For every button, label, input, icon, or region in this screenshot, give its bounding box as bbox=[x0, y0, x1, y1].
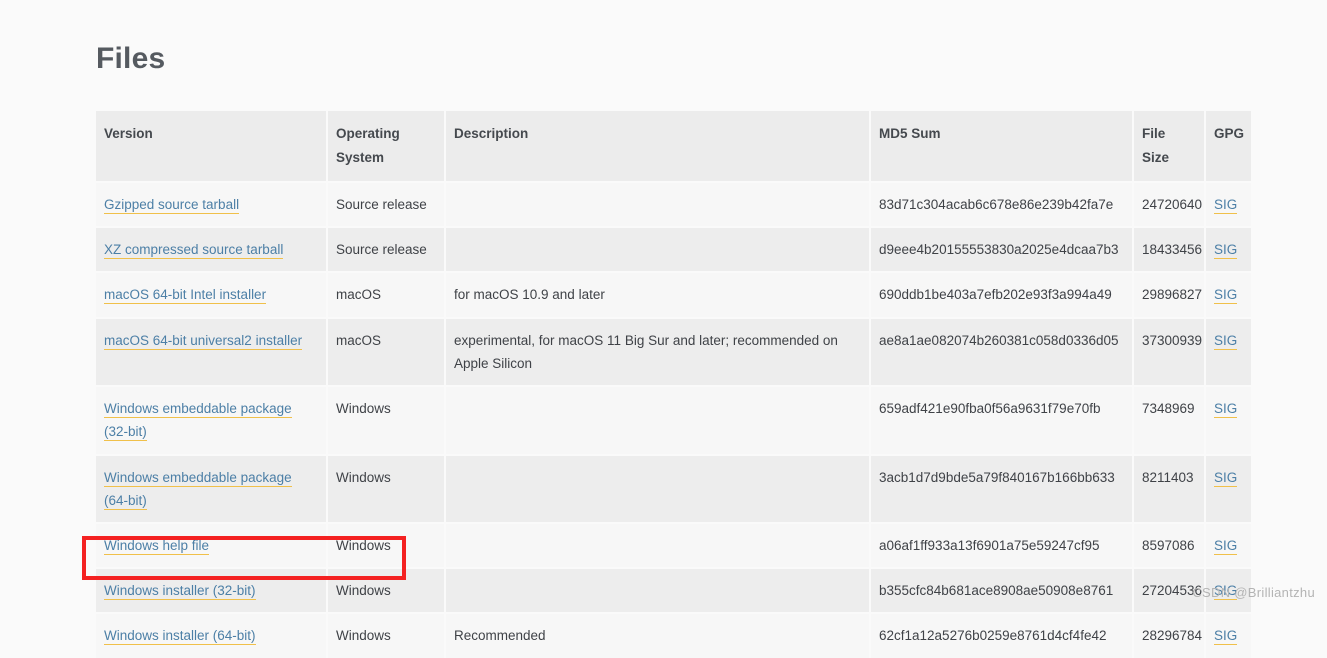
table-body: Gzipped source tarball Source release 83d7… bbox=[96, 180, 1251, 658]
cell-gpg: SIG bbox=[1205, 271, 1251, 318]
cell-gpg: SIG bbox=[1205, 316, 1251, 387]
cell-description: Recommended bbox=[445, 612, 871, 658]
table-row: XZ compressed source tarball Source relea… bbox=[96, 226, 1251, 273]
cell-md5-sum: b355cfc84b681ace8908ae50908e8761 bbox=[870, 567, 1134, 614]
cell-version: Windows installer (64-bit) bbox=[96, 612, 328, 658]
table-header: Version Operating System Description MD5… bbox=[96, 111, 1251, 182]
cell-file-size: 37300939 bbox=[1133, 316, 1206, 387]
cell-operating-system: Windows bbox=[327, 521, 446, 569]
cell-gpg: SIG bbox=[1205, 180, 1251, 228]
table-row: Windows installer (64-bit) Windows Recomme… bbox=[96, 612, 1251, 658]
version-download-link[interactable]: Windows embeddable package (64-bit) bbox=[104, 469, 292, 510]
cell-md5-sum: 690ddb1be403a7efb202e93f3a994a49 bbox=[870, 271, 1134, 318]
cell-description bbox=[445, 567, 871, 614]
column-header-version: Version bbox=[96, 111, 328, 182]
cell-md5-sum: ae8a1ae082074b260381c058d0336d05 bbox=[870, 316, 1134, 387]
cell-version: Windows installer (32-bit) bbox=[96, 567, 328, 614]
version-download-link[interactable]: Windows installer (64-bit) bbox=[104, 628, 256, 646]
cell-file-size: 28296784 bbox=[1133, 612, 1206, 658]
cell-file-size: 18433456 bbox=[1133, 226, 1206, 273]
sig-link[interactable]: SIG bbox=[1214, 469, 1238, 487]
version-download-link[interactable]: macOS 64-bit Intel installer bbox=[104, 287, 267, 305]
cell-version: macOS 64-bit universal2 installer bbox=[96, 316, 328, 387]
table-header-row: Version Operating System Description MD5… bbox=[96, 111, 1251, 182]
cell-md5-sum: 62cf1a12a5276b0259e8761d4cf4fe42 bbox=[870, 612, 1134, 658]
cell-description bbox=[445, 385, 871, 455]
column-header-operating-system: Operating System bbox=[327, 111, 446, 182]
cell-version: macOS 64-bit Intel installer bbox=[96, 271, 328, 318]
version-download-link[interactable]: XZ compressed source tarball bbox=[104, 242, 284, 260]
sig-link[interactable]: SIG bbox=[1214, 628, 1238, 646]
version-download-link[interactable]: Windows help file bbox=[104, 537, 210, 555]
version-download-link[interactable]: macOS 64-bit universal2 installer bbox=[104, 332, 303, 350]
cell-description: experimental, for macOS 11 Big Sur and l… bbox=[445, 316, 871, 387]
watermark: CSDN @Brilliantzhu bbox=[1192, 585, 1315, 600]
cell-description: for macOS 10.9 and later bbox=[445, 271, 871, 318]
files-table-container: Version Operating System Description MD5… bbox=[96, 111, 1251, 658]
table-row: macOS 64-bit Intel installer macOS for mac… bbox=[96, 271, 1251, 318]
cell-md5-sum: 3acb1d7d9bde5a79f840167b166bb633 bbox=[870, 453, 1134, 523]
cell-description bbox=[445, 453, 871, 523]
cell-md5-sum: d9eee4b20155553830a2025e4dcaa7b3 bbox=[870, 226, 1134, 273]
cell-gpg: SIG bbox=[1205, 521, 1251, 569]
sig-link[interactable]: SIG bbox=[1214, 537, 1238, 555]
sig-link[interactable]: SIG bbox=[1214, 332, 1238, 350]
table-row: Windows embeddable package (64-bit) Windo… bbox=[96, 453, 1251, 523]
cell-md5-sum: a06af1ff933a13f6901a75e59247cf95 bbox=[870, 521, 1134, 569]
cell-gpg: SIG bbox=[1205, 385, 1251, 455]
version-download-link[interactable]: Gzipped source tarball bbox=[104, 197, 240, 214]
column-header-md5-sum: MD5 Sum bbox=[870, 111, 1134, 182]
cell-gpg: SIG bbox=[1205, 612, 1251, 658]
cell-description bbox=[445, 226, 871, 273]
cell-operating-system: Windows bbox=[327, 567, 446, 614]
cell-operating-system: macOS bbox=[327, 271, 446, 318]
cell-operating-system: macOS bbox=[327, 316, 446, 387]
table-row: Windows installer (32-bit) Windows b355cfc… bbox=[96, 567, 1251, 614]
version-download-link[interactable]: Windows embeddable package (32-bit) bbox=[104, 401, 292, 442]
table-row: Windows embeddable package (32-bit) Windo… bbox=[96, 385, 1251, 455]
cell-version: Gzipped source tarball bbox=[96, 180, 328, 228]
cell-operating-system: Windows bbox=[327, 453, 446, 523]
files-table: Version Operating System Description MD5… bbox=[96, 111, 1251, 658]
table-row: macOS 64-bit universal2 installer macOS ex… bbox=[96, 316, 1251, 387]
page-title: Files bbox=[96, 42, 166, 75]
sig-link[interactable]: SIG bbox=[1214, 287, 1238, 305]
cell-version: Windows help file bbox=[96, 521, 328, 569]
cell-md5-sum: 83d71c304acab6c678e86e239b42fa7e bbox=[870, 180, 1134, 228]
sig-link[interactable]: SIG bbox=[1214, 242, 1238, 260]
cell-operating-system: Windows bbox=[327, 612, 446, 658]
cell-operating-system: Windows bbox=[327, 385, 446, 455]
cell-operating-system: Source release bbox=[327, 226, 446, 273]
sig-link[interactable]: SIG bbox=[1214, 401, 1238, 419]
table-row: Gzipped source tarball Source release 83d7… bbox=[96, 180, 1251, 228]
cell-file-size: 24720640 bbox=[1133, 180, 1206, 228]
table-row: Windows help file Windows a06af1ff933a13f6… bbox=[96, 521, 1251, 569]
column-header-description: Description bbox=[445, 111, 871, 182]
cell-description bbox=[445, 521, 871, 569]
cell-version: XZ compressed source tarball bbox=[96, 226, 328, 273]
cell-md5-sum: 659adf421e90fba0f56a9631f79e70fb bbox=[870, 385, 1134, 455]
version-download-link[interactable]: Windows installer (32-bit) bbox=[104, 583, 256, 601]
cell-file-size: 7348969 bbox=[1133, 385, 1206, 455]
cell-version: Windows embeddable package (64-bit) bbox=[96, 453, 328, 523]
cell-gpg: SIG bbox=[1205, 453, 1251, 523]
cell-file-size: 29896827 bbox=[1133, 271, 1206, 318]
cell-version: Windows embeddable package (32-bit) bbox=[96, 385, 328, 455]
column-header-file-size: File Size bbox=[1133, 111, 1206, 182]
cell-operating-system: Source release bbox=[327, 180, 446, 228]
cell-description bbox=[445, 180, 871, 228]
sig-link[interactable]: SIG bbox=[1214, 197, 1238, 214]
cell-gpg: SIG bbox=[1205, 226, 1251, 273]
cell-file-size: 8211403 bbox=[1133, 453, 1206, 523]
column-header-gpg: GPG bbox=[1205, 111, 1251, 182]
cell-file-size: 8597086 bbox=[1133, 521, 1206, 569]
